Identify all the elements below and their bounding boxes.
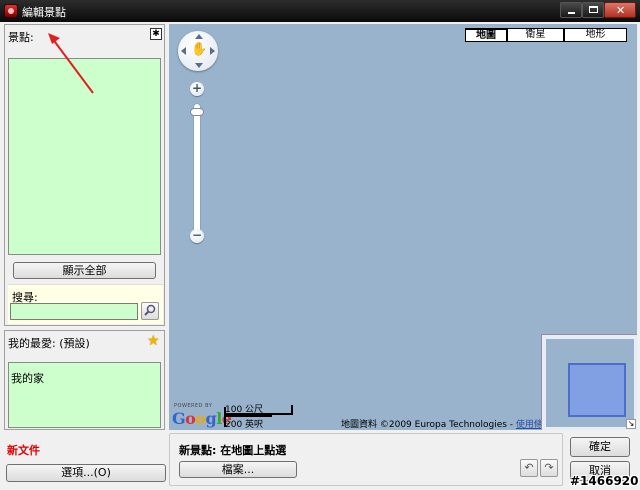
edit-spots-window: 編輯景點 ✕ 景點: ✱ 顯示全部 搜尋: 我的最愛: (預設) ★ 我的家 地… (0, 0, 640, 490)
annotation-arrow (48, 33, 94, 94)
